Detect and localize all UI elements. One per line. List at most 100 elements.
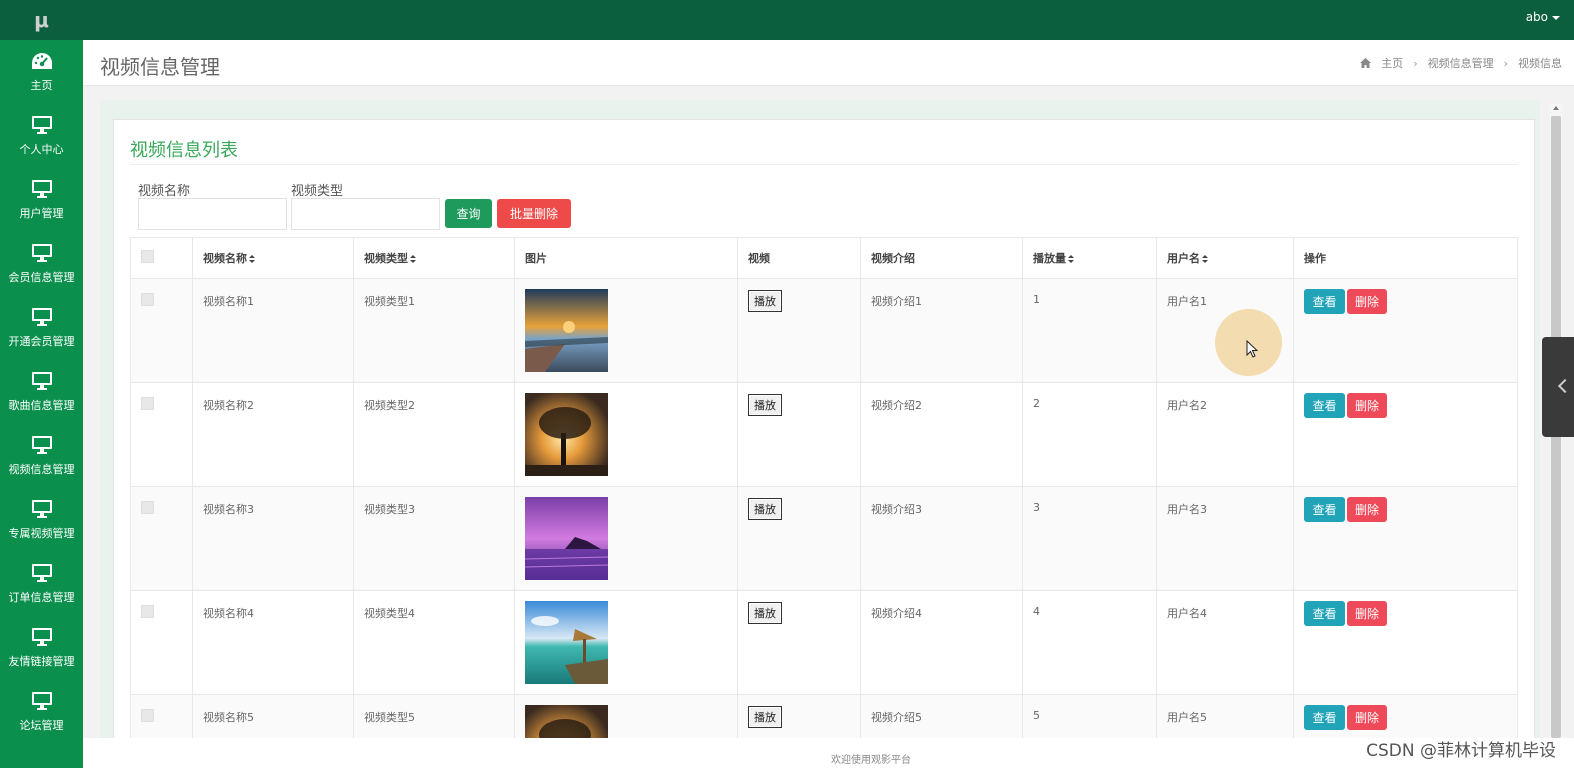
select-all-cell — [130, 237, 193, 279]
video-type-cell: 视频类型4 — [353, 590, 515, 695]
home-icon — [1360, 58, 1372, 68]
row-checkbox[interactable] — [141, 293, 154, 306]
intro-cell: 视频介绍2 — [860, 382, 1023, 487]
sidebar-item-3[interactable]: 会员信息管理 — [0, 232, 83, 296]
user-menu[interactable]: abo — [1526, 10, 1560, 24]
sidebar-item-5[interactable]: 歌曲信息管理 — [0, 360, 83, 424]
monitor-icon — [31, 307, 53, 327]
delete-button[interactable]: 删除 — [1347, 601, 1387, 626]
plays-cell: 3 — [1022, 486, 1157, 591]
row-checkbox[interactable] — [141, 397, 154, 410]
sidebar-item-label: 订单信息管理 — [8, 591, 75, 604]
play-button[interactable]: 播放 — [748, 602, 782, 624]
batch-delete-button[interactable]: 批量删除 — [497, 199, 571, 228]
brand-logo[interactable]: μ — [0, 0, 83, 40]
video-table: 视频名称 视频类型 图片 视频 视频介绍 播放量 用户名 操作 视频名称1 视频类… — [130, 237, 1518, 768]
sidebar-item-label: 论坛管理 — [19, 719, 64, 732]
view-button[interactable]: 查看 — [1304, 601, 1345, 626]
sidebar-item-6[interactable]: 视频信息管理 — [0, 424, 83, 488]
sidebar-item-10[interactable]: 论坛管理 — [0, 680, 83, 744]
row-actions: 查看 删除 — [1304, 289, 1507, 314]
video-cell: 播放 — [737, 590, 861, 695]
play-button[interactable]: 播放 — [748, 394, 782, 416]
query-button[interactable]: 查询 — [445, 199, 492, 228]
side-panel-toggle[interactable] — [1542, 337, 1574, 437]
sidebar-item-8[interactable]: 订单信息管理 — [0, 552, 83, 616]
video-thumbnail — [524, 497, 609, 580]
intro-cell: 视频介绍4 — [860, 590, 1023, 695]
breadcrumb-current: 视频信息 — [1518, 57, 1562, 70]
sidebar-item-1[interactable]: 个人中心 — [0, 104, 83, 168]
type-filter-input[interactable] — [291, 198, 440, 230]
video-type-cell: 视频类型1 — [353, 278, 515, 383]
watermark: CSDN @菲林计算机毕设 — [1366, 741, 1556, 761]
col-video-name[interactable]: 视频名称 — [192, 237, 354, 279]
view-button[interactable]: 查看 — [1304, 705, 1345, 730]
view-button[interactable]: 查看 — [1304, 497, 1345, 522]
sidebar: μ 主页个人中心 用户管理会员信息管理 开通会员管理歌曲信息管理 视频信息管理专属视频… — [0, 0, 83, 768]
breadcrumb-section[interactable]: 视频信息管理 — [1428, 55, 1494, 71]
breadcrumb-home[interactable]: 主页 — [1381, 55, 1403, 71]
col-intro: 视频介绍 — [860, 237, 1023, 279]
actions-cell: 查看 删除 — [1293, 486, 1518, 591]
view-button[interactable]: 查看 — [1304, 289, 1345, 314]
row-actions: 查看 删除 — [1304, 393, 1507, 418]
row-checkbox[interactable] — [141, 501, 154, 514]
row-actions: 查看 删除 — [1304, 705, 1507, 730]
sidebar-item-2[interactable]: 用户管理 — [0, 168, 83, 232]
delete-button[interactable]: 删除 — [1347, 393, 1387, 418]
row-checkbox[interactable] — [141, 605, 154, 618]
image-cell — [514, 486, 738, 591]
monitor-icon — [31, 179, 53, 199]
col-video-type[interactable]: 视频类型 — [353, 237, 515, 279]
sidebar-item-4[interactable]: 开通会员管理 — [0, 296, 83, 360]
table-row: 视频名称4 视频类型4 播放 视频介绍4 4 用户名4 查看 删除 — [130, 590, 1518, 695]
scroll-up-icon[interactable] — [1553, 106, 1559, 110]
sidebar-item-0[interactable]: 主页 — [0, 40, 83, 104]
plays-cell: 4 — [1022, 590, 1157, 695]
table-row: 视频名称2 视频类型2 播放 视频介绍2 2 用户名2 查看 删除 — [130, 382, 1518, 487]
sort-icon — [249, 255, 255, 263]
row-checkbox[interactable] — [141, 709, 154, 722]
col-username[interactable]: 用户名 — [1156, 237, 1294, 279]
col-video-label: 视频 — [748, 252, 770, 265]
sidebar-item-label: 专属视频管理 — [8, 527, 75, 540]
table-row: 视频名称1 视频类型1 播放 视频介绍1 1 用户名1 查看 删除 — [130, 278, 1518, 383]
intro-cell: 视频介绍3 — [860, 486, 1023, 591]
monitor-icon — [31, 371, 53, 391]
sidebar-item-label: 主页 — [30, 79, 53, 92]
sidebar-item-label: 开通会员管理 — [8, 335, 75, 348]
play-button[interactable]: 播放 — [748, 706, 782, 728]
col-intro-label: 视频介绍 — [871, 252, 915, 265]
chevron-right-icon: › — [1413, 56, 1418, 70]
video-type-cell: 视频类型2 — [353, 382, 515, 487]
video-name-cell: 视频名称2 — [192, 382, 354, 487]
sidebar-item-7[interactable]: 专属视频管理 — [0, 488, 83, 552]
actions-cell: 查看 删除 — [1293, 278, 1518, 383]
sort-icon — [1068, 255, 1074, 263]
top-bar: abo — [83, 0, 1574, 40]
chevron-right-icon: › — [1503, 56, 1508, 70]
col-plays[interactable]: 播放量 — [1022, 237, 1157, 279]
delete-button[interactable]: 删除 — [1347, 497, 1387, 522]
video-name-cell: 视频名称4 — [192, 590, 354, 695]
monitor-icon — [31, 243, 53, 263]
play-button[interactable]: 播放 — [748, 498, 782, 520]
type-filter-label: 视频类型 — [291, 184, 344, 199]
table-header-row: 视频名称 视频类型 图片 视频 视频介绍 播放量 用户名 操作 — [130, 237, 1518, 279]
sidebar-item-label: 会员信息管理 — [8, 271, 75, 284]
video-thumbnail — [525, 601, 608, 684]
name-filter-input[interactable] — [138, 198, 287, 230]
row-actions: 查看 删除 — [1304, 497, 1507, 522]
play-button[interactable]: 播放 — [748, 290, 782, 312]
sidebar-item-label: 友情链接管理 — [8, 655, 75, 668]
select-all-checkbox[interactable] — [141, 250, 154, 263]
video-name-cell: 视频名称1 — [192, 278, 354, 383]
breadcrumb: 主页 › 视频信息管理 › 视频信息 — [1360, 55, 1562, 71]
view-button[interactable]: 查看 — [1304, 393, 1345, 418]
delete-button[interactable]: 删除 — [1347, 289, 1387, 314]
sidebar-item-9[interactable]: 友情链接管理 — [0, 616, 83, 680]
delete-button[interactable]: 删除 — [1347, 705, 1387, 730]
sort-icon — [1202, 255, 1208, 263]
footer-text: 欢迎使用观影平台 — [831, 755, 911, 766]
